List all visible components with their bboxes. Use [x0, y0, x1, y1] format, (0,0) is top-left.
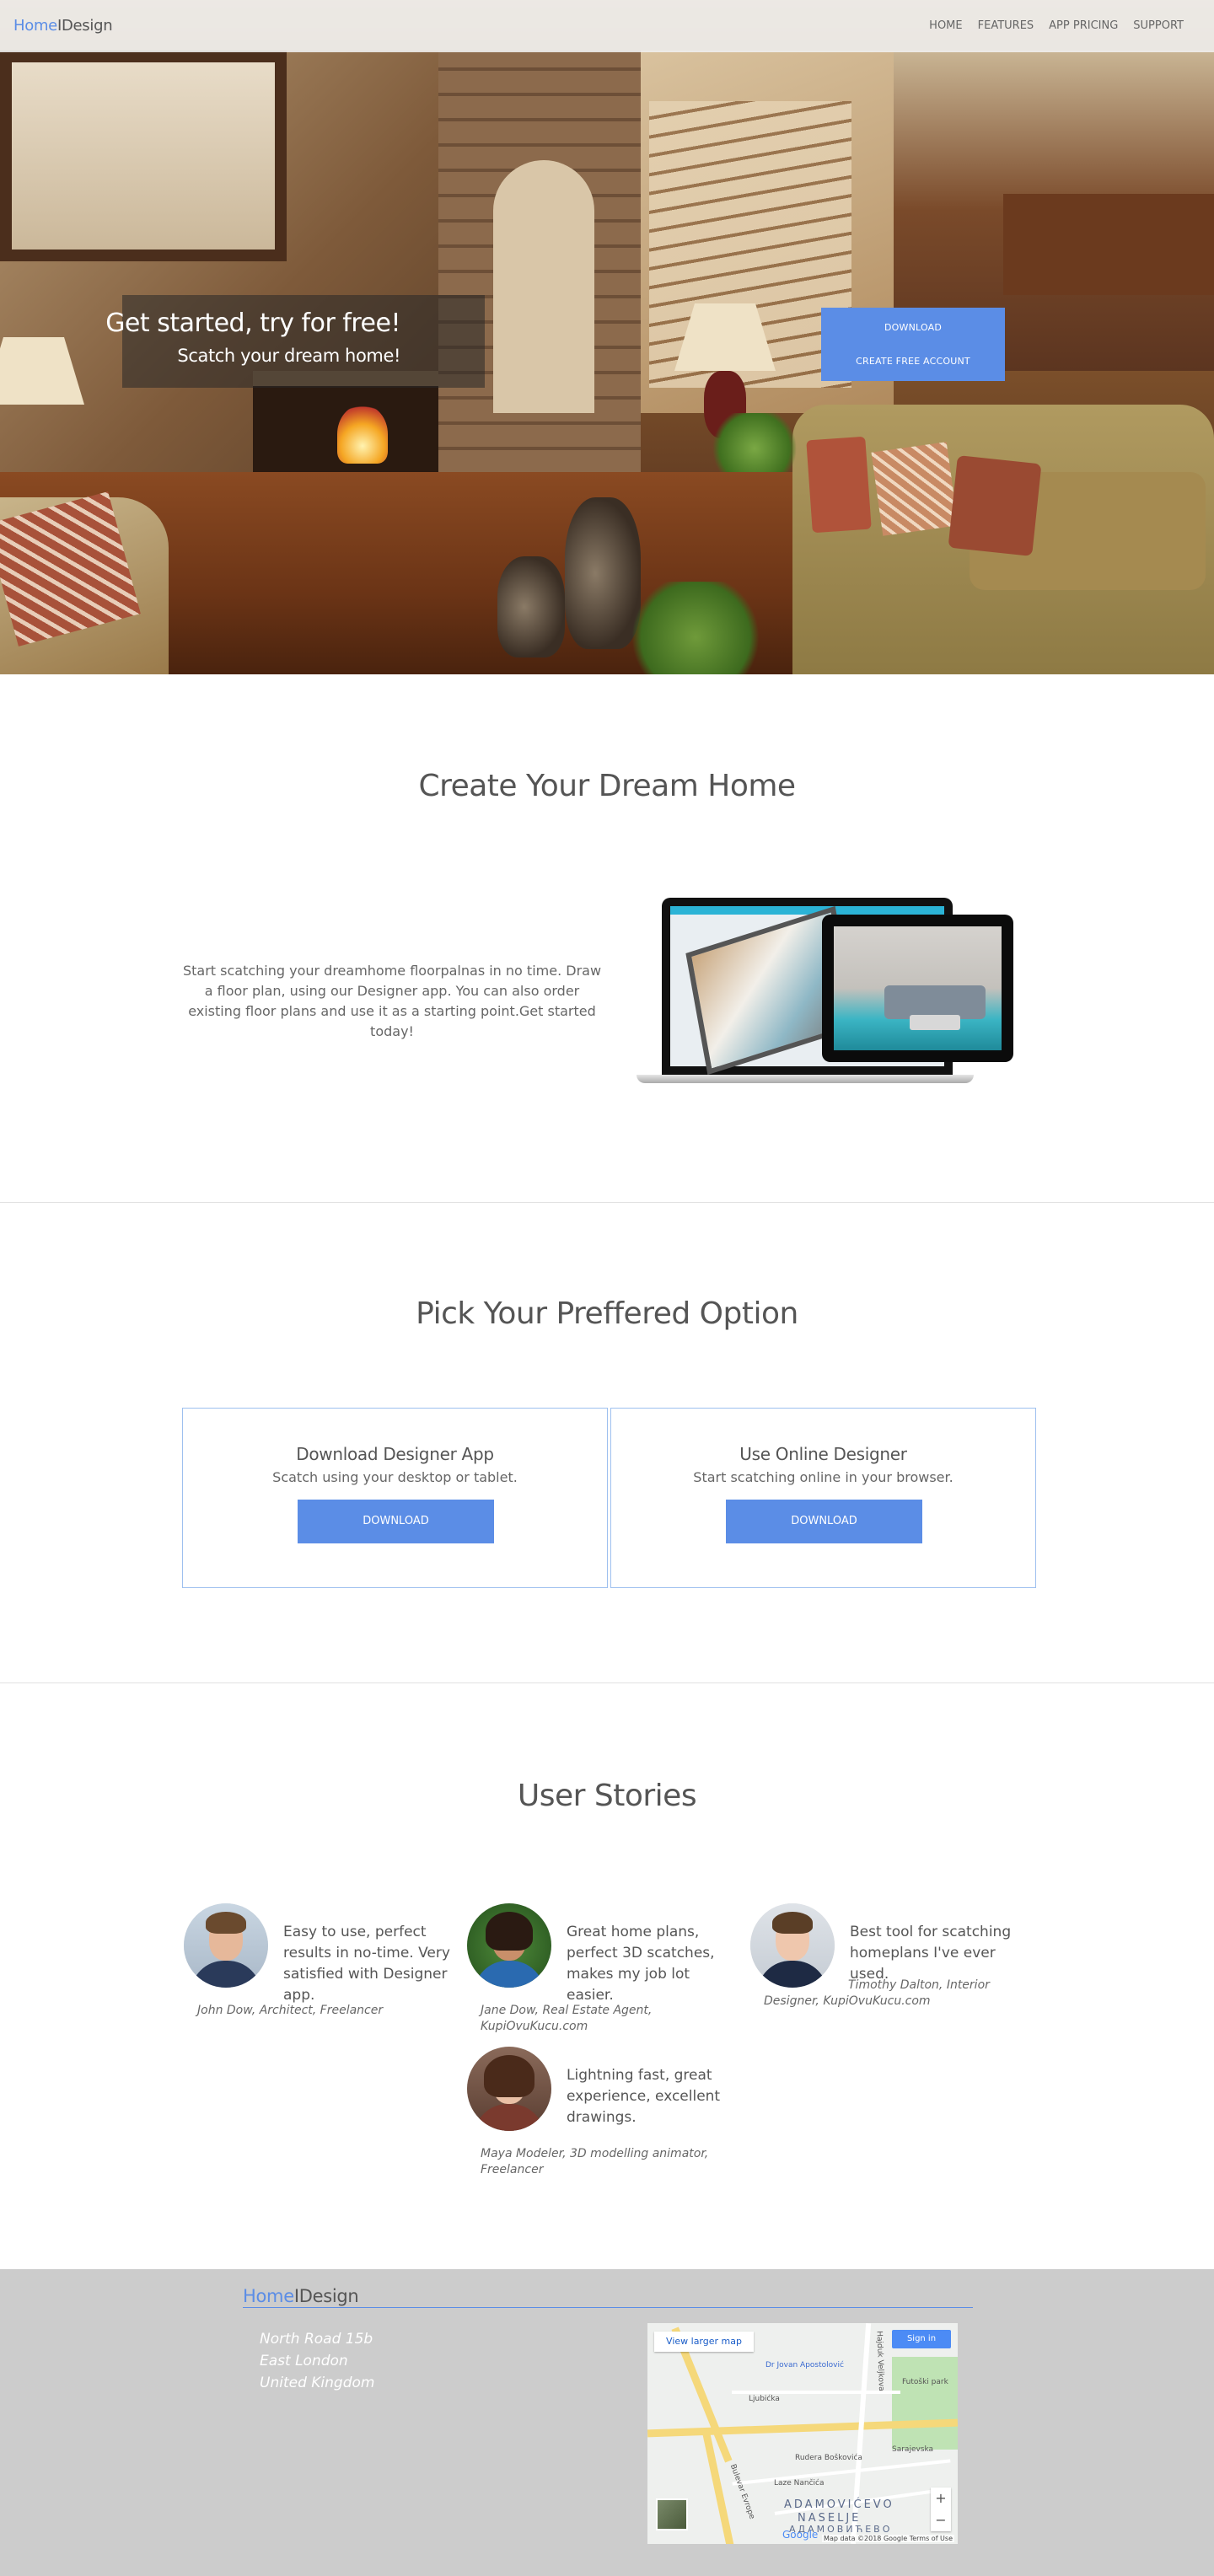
- avatar: [467, 2047, 551, 2131]
- map-park-label: Futoški park: [902, 2378, 948, 2386]
- map-sign-in-button[interactable]: Sign in: [892, 2330, 951, 2348]
- nav-menu: HOME FEATURES APP PRICING SUPPORT: [914, 19, 1184, 32]
- hero-fire: [337, 405, 388, 464]
- option-card-title: Download Designer App: [296, 1444, 494, 1464]
- nav-item-support[interactable]: SUPPORT: [1133, 19, 1184, 32]
- story-author: Maya Modeler, 3D modelling animator, Fre…: [481, 2147, 709, 2176]
- map-credits[interactable]: Map data ©2018 Google Terms of Use: [822, 2535, 954, 2542]
- hero-plant: [624, 582, 767, 674]
- hero-cabinet: [1003, 194, 1214, 295]
- map-district-label: NASELJE: [798, 2512, 862, 2525]
- logo-part-home: Home: [243, 2286, 294, 2306]
- map-street-label: Sarajevska: [892, 2445, 934, 2454]
- avatar-hair: [772, 1912, 813, 1934]
- story-author: Jane Dow, Real Estate Agent, KupiOvuKucu…: [481, 2004, 653, 2033]
- avatar: [750, 1903, 835, 1988]
- map-street-label: Bulevar Evrope: [728, 2463, 756, 2520]
- tablet-table-render: [910, 1015, 960, 1030]
- footer-logo[interactable]: HomeIDesign: [243, 2286, 359, 2306]
- address-line: North Road 15b: [260, 2331, 373, 2348]
- view-larger-map-link[interactable]: View larger map: [654, 2332, 754, 2352]
- section-divider: [0, 1202, 1214, 1203]
- logo-part-home: Home: [13, 17, 57, 35]
- laptop-base: [637, 1075, 974, 1083]
- options-section-title: Pick Your Preffered Option: [416, 1296, 798, 1331]
- option-card-subtitle: Start scatching online in your browser.: [693, 1469, 953, 1485]
- avatar: [184, 1903, 268, 1988]
- map-zoom-control: + −: [931, 2487, 951, 2531]
- option-card-download-app: Download Designer App Scatch using your …: [182, 1408, 608, 1588]
- hero-cta-buttons: DOWNLOAD CREATE FREE ACCOUNT: [821, 308, 1005, 381]
- hero-vase: [497, 556, 565, 657]
- story-quote: Best tool for scatching homeplans I've e…: [850, 1924, 1012, 1983]
- stories-section-title: User Stories: [517, 1779, 697, 1813]
- hero-subtitle: Scatch your dream home!: [177, 346, 400, 366]
- nav-item-app-pricing[interactable]: APP PRICING: [1049, 19, 1118, 32]
- top-navbar: HomeIDesign HOME FEATURES APP PRICING SU…: [0, 0, 1214, 52]
- story-quote: Lightning fast, great experience, excell…: [567, 2067, 721, 2126]
- site-logo[interactable]: HomeIDesign: [13, 17, 113, 35]
- nav-item-features[interactable]: FEATURES: [978, 19, 1034, 32]
- user-story: Easy to use, perfect results in no-time.…: [184, 1903, 454, 2021]
- user-story: Best tool for scatching homeplans I've e…: [750, 1903, 1020, 2021]
- avatar-hair: [206, 1912, 246, 1934]
- tablet-screen: [834, 926, 1002, 1050]
- story-quote: Easy to use, perfect results in no-time.…: [283, 1924, 450, 2004]
- hero-pillow: [948, 455, 1042, 556]
- footer: HomeIDesign North Road 15b East London U…: [0, 2269, 1214, 2576]
- hero-mirror: [0, 51, 287, 261]
- map-district-label: ADAMOVIĆEVO: [784, 2498, 894, 2511]
- map-street: [732, 2391, 900, 2394]
- user-story: Great home plans, perfect 3D scatches, m…: [467, 1903, 737, 2033]
- avatar-hair: [486, 1912, 533, 1951]
- avatar-hair: [484, 2055, 534, 2097]
- download-app-button[interactable]: DOWNLOAD: [298, 1500, 494, 1543]
- map-road: [702, 2433, 735, 2544]
- avatar: [467, 1903, 551, 1988]
- tablet-sofa-render: [884, 985, 986, 1019]
- hero-download-button[interactable]: DOWNLOAD: [821, 322, 1005, 333]
- create-section-title: Create Your Dream Home: [418, 769, 796, 803]
- map-street-label: Hajduk Veljkova: [874, 2331, 886, 2391]
- logo-part-design: IDesign: [293, 2286, 359, 2306]
- map-park-area: [892, 2357, 958, 2450]
- hero-pillow: [871, 442, 959, 536]
- map-street-label: Rudera Boškovića: [795, 2454, 862, 2462]
- tablet-mockup-image: [822, 915, 1013, 1062]
- user-story: Lightning fast, great experience, excell…: [467, 2047, 737, 2176]
- hero-title: Get started, try for free!: [105, 309, 400, 338]
- map-satellite-toggle[interactable]: [656, 2498, 688, 2530]
- story-quote: Great home plans, perfect 3D scatches, m…: [567, 1924, 715, 2004]
- online-designer-button[interactable]: DOWNLOAD: [726, 1500, 922, 1543]
- map-place-label[interactable]: Dr Jovan Apostolović: [765, 2361, 844, 2369]
- option-card-online-designer: Use Online Designer Start scatching onli…: [610, 1408, 1036, 1588]
- map-street: [732, 2459, 951, 2486]
- hero-plant: [708, 413, 801, 472]
- story-author: Timothy Dalton, Interior Designer, KupiO…: [764, 1978, 990, 2008]
- address-line: United Kingdom: [260, 2375, 375, 2391]
- zoom-in-button[interactable]: +: [931, 2487, 951, 2509]
- embedded-map[interactable]: View larger map Sign in Dr Jovan Apostol…: [647, 2323, 958, 2544]
- map-street-label: Laze Nančića: [774, 2479, 825, 2487]
- story-author: John Dow, Architect, Freelancer: [197, 2004, 384, 2017]
- map-street-label: Ljubićka: [749, 2395, 780, 2403]
- zoom-out-button[interactable]: −: [931, 2509, 951, 2531]
- option-card-subtitle: Scatch using your desktop or tablet.: [272, 1469, 518, 1485]
- hero-pillow: [806, 436, 872, 534]
- footer-address: North Road 15b East London United Kingdo…: [260, 2328, 374, 2394]
- address-line: East London: [260, 2353, 348, 2369]
- section-divider: [0, 1682, 1214, 1683]
- google-logo: Google: [782, 2529, 819, 2541]
- hero-create-account-button[interactable]: CREATE FREE ACCOUNT: [821, 356, 1005, 367]
- nav-item-home[interactable]: HOME: [929, 19, 962, 32]
- create-section-text: Start scatching your dreamhome floorpaln…: [182, 963, 602, 1039]
- hero-cta-box: Get started, try for free! Scatch your d…: [105, 295, 485, 388]
- footer-divider: [243, 2307, 973, 2308]
- hero-arch: [493, 160, 594, 413]
- logo-part-design: IDesign: [56, 17, 113, 35]
- option-card-title: Use Online Designer: [739, 1444, 907, 1464]
- app-toolbar: [670, 906, 944, 915]
